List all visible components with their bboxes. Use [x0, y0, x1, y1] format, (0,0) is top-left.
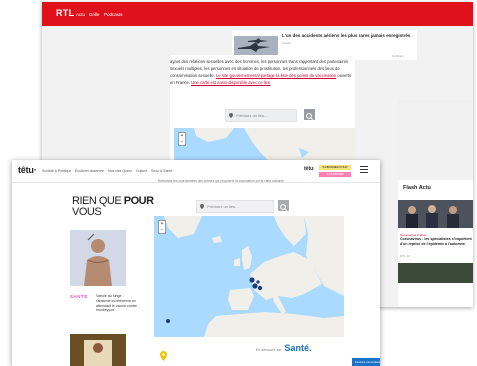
tetu-logo[interactable]: têtu· [18, 165, 37, 175]
location-pin-icon [160, 348, 167, 361]
vaccination-points-link[interactable]: Le site gouvernemental partage la liste … [216, 73, 336, 78]
subscribe-button[interactable]: S'ABONNER POUR [319, 165, 351, 170]
flash-timestamp: RTL 1h [400, 254, 410, 258]
rtl-map-search-input[interactable]: Précisez un lieu... [225, 109, 297, 122]
search-placeholder: Précisez un lieu... [236, 113, 268, 118]
flash-news-image[interactable] [398, 200, 473, 228]
rtl-article-text: ayant des relations sexuelles avec des h… [170, 58, 355, 86]
sante-footer-label: En découvrir sur [256, 348, 282, 352]
map-tiles [154, 216, 344, 337]
location-pin-icon [229, 113, 233, 118]
sante-footer[interactable]: En découvrir sur Santé. [256, 343, 312, 353]
rtl-nav-grille[interactable]: Grille [89, 12, 100, 17]
map-zoom-control[interactable]: + − [158, 220, 166, 234]
rtl-right-ad-slot [398, 100, 473, 177]
rtl-logo[interactable]: RTL [56, 8, 74, 18]
inform-button[interactable]: S'INFORMER [319, 172, 351, 177]
hamburger-menu-icon[interactable] [360, 166, 368, 173]
tetu-map-search-input[interactable]: Précisez un lieu... [196, 200, 274, 213]
rqpv-line1b: POUR [123, 195, 154, 207]
map-intro-text: Retrouvez les coordonnées des centres qu… [158, 179, 284, 183]
nav-societe[interactable]: Société & Politique [42, 169, 71, 173]
rqpv-line2: VOUS [72, 206, 102, 218]
vaccination-centers-chip[interactable]: Centres vaccination [352, 358, 380, 366]
ad-image [234, 36, 278, 57]
search-icon [306, 113, 313, 120]
nav-sexo-sante[interactable]: Sexo & Santé [151, 169, 172, 173]
nav-culture[interactable]: Culture [136, 169, 147, 173]
nav-nos-vies-queer[interactable]: Nos vies Queer [108, 169, 132, 173]
tetu-vaccination-map[interactable]: + − [154, 216, 344, 337]
tetu-search-button[interactable] [278, 200, 289, 211]
map-zoom-control[interactable]: + − [178, 132, 186, 146]
sponsor-label: Outbrain [392, 54, 404, 58]
flash-headline[interactable]: Coronavirus : les spécialistes s'inquièt… [400, 237, 472, 246]
story-image-2[interactable] [70, 334, 126, 366]
tetu-logo-small[interactable]: têtu· [304, 166, 315, 172]
story-title[interactable]: Variole du singe : l'absurde incohérence… [96, 294, 138, 313]
map-link[interactable]: Une carte est aussi disponible avec ce l… [191, 80, 270, 85]
tetu-screenshot: têtu· Société & Politique Éculturel obse… [12, 160, 380, 366]
location-pin-icon [200, 204, 204, 209]
flash-news-image-2[interactable] [398, 263, 473, 283]
search-placeholder: Précisez un lieu... [207, 204, 239, 209]
rtl-nav-podcasts[interactable]: Podcasts [104, 12, 123, 17]
flash-actu-panel: Flash Actu Coronavirus France Coronaviru… [398, 180, 473, 307]
search-icon [280, 204, 287, 211]
rien-que-pour-vous-heading: RIEN QUE POUR VOUS [72, 196, 154, 218]
nav-eculturel[interactable]: Éculturel observée [75, 169, 104, 173]
ad-title[interactable]: L'un des accidents aériens les plus rare… [282, 33, 412, 38]
sante-footer-brand[interactable]: Santé. [284, 343, 311, 353]
rtl-search-button[interactable] [304, 109, 315, 120]
story-image[interactable] [70, 230, 126, 286]
story-category: SANTÉ [70, 294, 89, 299]
ad-source: Gaedo [282, 41, 292, 45]
rtl-nav-actu[interactable]: Actu [76, 12, 85, 17]
flash-actu-title: Flash Actu [403, 185, 431, 191]
